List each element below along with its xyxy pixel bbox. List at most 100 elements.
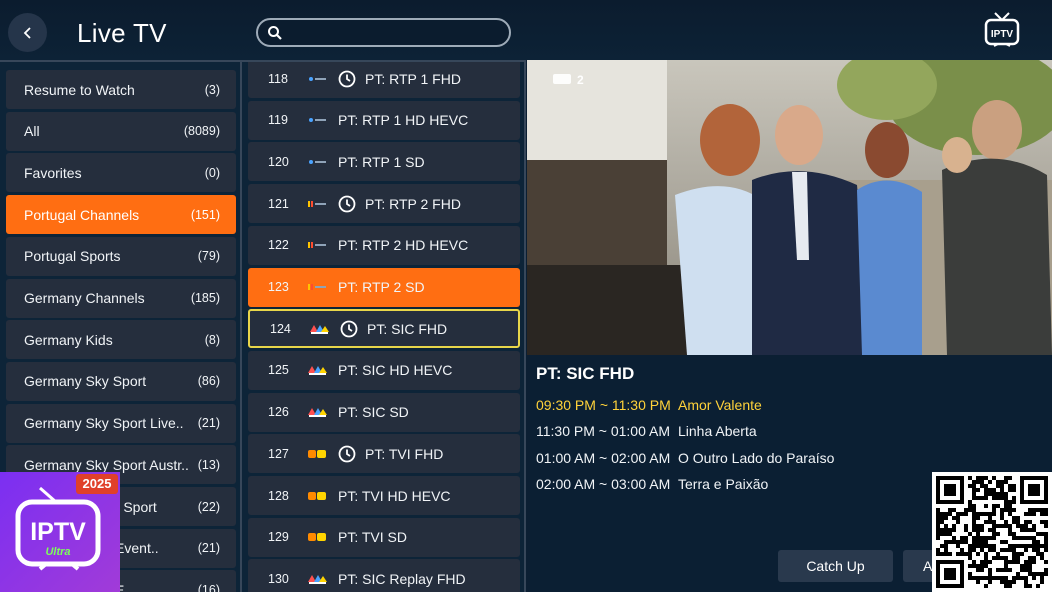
search-icon (268, 26, 282, 40)
page-title: Live TV (77, 18, 167, 48)
category-count: (185) (190, 291, 220, 305)
catch-up-button[interactable]: Catch Up (778, 550, 893, 582)
category-item[interactable]: Resume to Watch (3) (6, 70, 236, 109)
category-label: Favorites (24, 164, 82, 181)
channel-item[interactable]: 125 PT: SIC HD HEVC (248, 350, 520, 390)
channel-name: PT: TVI HD HEVC (338, 487, 451, 504)
epg-row[interactable]: 01:00 AM ~ 02:00 AM O Outro Lado do Paraí… (536, 450, 834, 466)
channel-number: 123 (268, 280, 289, 294)
category-label: All (24, 123, 40, 140)
category-item[interactable]: Favorites (0) (6, 153, 236, 193)
channel-logo-icon (306, 198, 338, 210)
channel-item[interactable]: 127 PT: TVI FHD (248, 434, 520, 474)
catchup-clock-icon (340, 320, 367, 338)
search-input[interactable] (288, 23, 498, 42)
category-item[interactable]: Portugal Sports (79) (6, 236, 236, 276)
category-label: Germany Sky Sport Austr.. (24, 456, 189, 473)
epg-time: 01:00 AM ~ 02:00 AM (536, 449, 671, 466)
qr-code (932, 472, 1052, 592)
epg-row[interactable]: 09:30 PM ~ 11:30 PM Amor Valente (536, 397, 762, 413)
channel-list: 118 PT: RTP 1 FHD 119 PT: RTP 1 HD HEVC 120 P… (242, 60, 526, 592)
epg-time: 11:30 PM ~ 01:00 AM (536, 423, 670, 440)
category-count: (86) (197, 374, 220, 389)
epg-title: Amor Valente (678, 397, 762, 413)
epg-row[interactable]: 02:00 AM ~ 03:00 AM Terra e Paixão (536, 476, 768, 492)
badge-sub: Ultra (45, 546, 71, 558)
category-item[interactable]: Portugal Channels (151) (6, 195, 236, 235)
channel-logo-icon (306, 156, 338, 168)
channel-item[interactable]: 122 PT: RTP 2 HD HEVC (248, 225, 520, 265)
category-count: (8) (204, 332, 220, 347)
epg-title: Linha Aberta (678, 423, 757, 440)
category-item[interactable]: Germany Channels (185) (6, 278, 236, 318)
epg-time: 02:00 AM ~ 03:00 AM (536, 475, 671, 492)
channel-item[interactable]: 123 PT: RTP 2 SD (248, 267, 520, 307)
channel-name: PT: RTP 1 FHD (365, 70, 461, 87)
channel-logo-icon (306, 448, 338, 460)
video-preview[interactable]: 2 (527, 60, 1052, 355)
channel-item[interactable]: 119 PT: RTP 1 HD HEVC (248, 100, 520, 140)
back-arrow-icon (23, 26, 31, 39)
svg-text:IPTV: IPTV (991, 29, 1014, 40)
epg-time: 09:30 PM ~ 11:30 PM (536, 397, 671, 413)
category-label: Germany Channels (24, 290, 145, 306)
category-label: Germany Sky Sport Live.. (24, 415, 184, 432)
channel-item[interactable]: 129 PT: TVI SD (248, 517, 520, 557)
category-count: (16) (197, 582, 220, 592)
channel-name: PT: RTP 1 SD (338, 153, 425, 170)
channel-number: 119 (268, 113, 288, 128)
video-frame-image: 2 (527, 60, 1052, 355)
category-count: (21) (197, 416, 220, 431)
channel-logo-icon (308, 323, 340, 335)
channel-logo-icon (306, 364, 338, 376)
catchup-clock-icon (338, 445, 365, 463)
channel-number: 120 (268, 154, 289, 169)
channel-item[interactable]: 130 PT: SIC Replay FHD (248, 559, 520, 592)
channel-item[interactable]: 120 PT: RTP 1 SD (248, 142, 520, 182)
category-count: (3) (204, 82, 220, 97)
category-count: (151) (190, 207, 220, 222)
iptv-tv-icon: IPTV (984, 10, 1020, 50)
category-label: Portugal Channels (24, 206, 140, 223)
channel-number: 121 (268, 196, 289, 211)
category-item[interactable]: Germany Kids (8) (6, 320, 236, 360)
channel-name: PT: TVI FHD (365, 445, 444, 462)
epg-title: O Outro Lado do Paraíso (678, 449, 835, 466)
category-item[interactable]: Germany Sky Sport Live.. (21) (6, 403, 236, 443)
channel-number: 130 (268, 571, 289, 586)
epg-title: Terra e Paixão (678, 475, 769, 492)
category-item[interactable]: All (8089) (6, 111, 236, 151)
preview-channel-title: PT: SIC FHD (536, 364, 635, 383)
category-item[interactable]: Germany Sky Sport (86) (6, 361, 236, 401)
channel-name: PT: RTP 2 FHD (365, 195, 461, 212)
epg-row[interactable]: 11:30 PM ~ 01:00 AM Linha Aberta (536, 423, 757, 439)
category-label: Portugal Sports (24, 248, 121, 265)
channel-name: PT: RTP 2 HD HEVC (338, 237, 469, 254)
channel-item[interactable]: 126 PT: SIC SD (248, 392, 520, 432)
category-label: Germany Sky Sport (24, 373, 147, 390)
channel-logo-icon (306, 239, 338, 251)
channel-name: PT: TVI SD (338, 529, 407, 546)
channel-item[interactable]: 128 PT: TVI HD HEVC (248, 476, 520, 515)
category-label: Resume to Watch (24, 81, 135, 98)
channel-number: 129 (268, 530, 289, 545)
channel-item[interactable]: 118 PT: RTP 1 FHD (248, 62, 520, 98)
channel-logo-icon (306, 490, 338, 502)
channel-logo-icon (306, 406, 338, 418)
channel-item[interactable]: 124 PT: SIC FHD (248, 309, 520, 349)
channel-number: 126 (268, 405, 289, 420)
channel-name: PT: SIC HD HEVC (338, 362, 453, 379)
catchup-clock-icon (338, 195, 365, 213)
category-count: (8089) (183, 124, 220, 139)
channel-name: PT: SIC Replay FHD (338, 570, 466, 587)
channel-number: 122 (268, 238, 289, 253)
channel-logo-icon (306, 114, 338, 126)
channel-item[interactable]: 121 PT: RTP 2 FHD (248, 184, 520, 224)
channel-number: 118 (268, 71, 288, 86)
iptv-ultra-logo: 2025 IPTV Ultra (0, 472, 120, 592)
search-box[interactable] (256, 18, 511, 47)
badge-year: 2025 (82, 476, 112, 491)
top-bar: Live TV IPTV (0, 0, 1052, 60)
back-button[interactable] (8, 13, 47, 52)
channel-name: PT: RTP 1 HD HEVC (338, 112, 469, 129)
